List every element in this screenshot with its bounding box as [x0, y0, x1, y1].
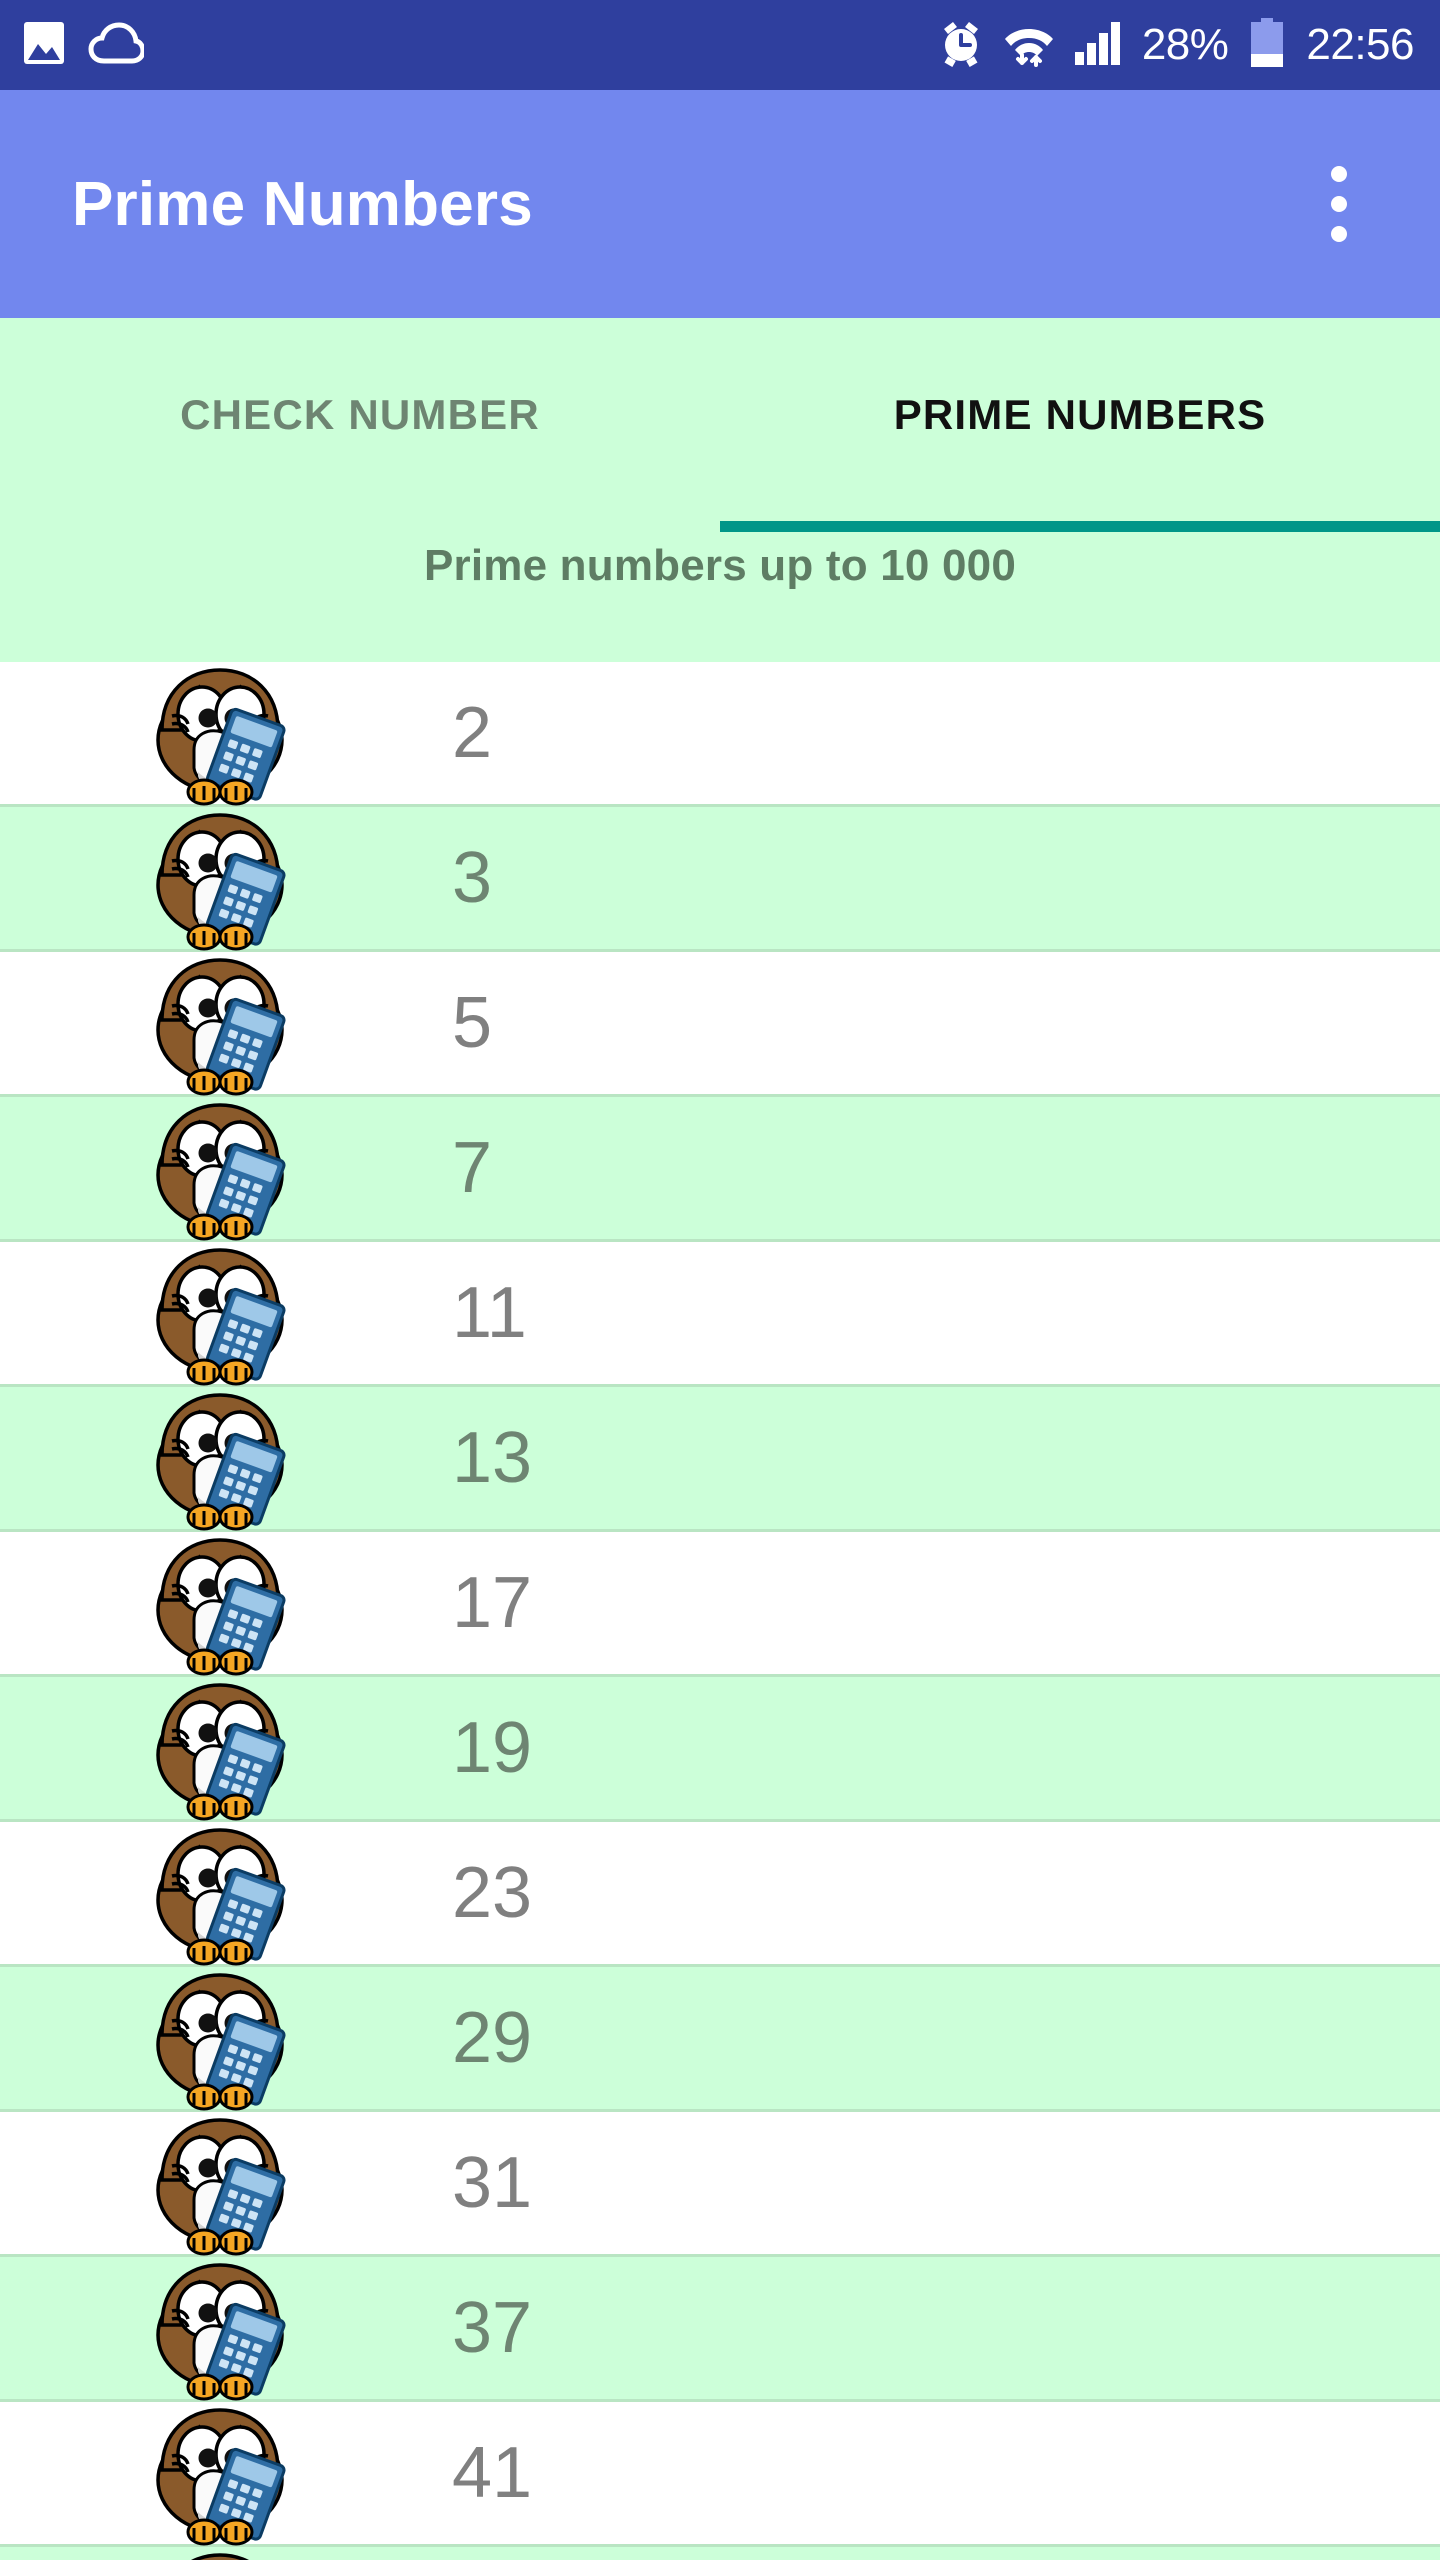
app-bar: Prime Numbers: [0, 90, 1440, 318]
prime-number-list[interactable]: 2 3 5 7 11 13 17 19 23 29 31 37 41: [0, 662, 1440, 2560]
list-item[interactable]: 17: [0, 1532, 1440, 1677]
overflow-dot: [1331, 226, 1347, 242]
list-header-title: Prime numbers up to 10 000: [423, 541, 1017, 590]
owl-with-calculator-icon: [156, 1103, 286, 1241]
list-item[interactable]: 37: [0, 2257, 1440, 2402]
list-header: Prime numbers up to 10 000: [0, 533, 1440, 662]
owl-with-calculator-icon: [156, 668, 286, 806]
list-item[interactable]: 2: [0, 662, 1440, 807]
clock-label: 22:56: [1306, 20, 1414, 69]
list-item[interactable]: 3: [0, 807, 1440, 952]
cloud-icon: [88, 21, 146, 70]
list-item[interactable]: 11: [0, 1242, 1440, 1387]
list-item[interactable]: 29: [0, 1967, 1440, 2112]
owl-with-calculator-icon: [156, 1973, 286, 2111]
prime-number-value: 13: [452, 1418, 533, 1498]
owl-with-calculator-icon: [156, 1393, 286, 1531]
prime-number-value: 23: [452, 1853, 533, 1933]
list-item[interactable]: 41: [0, 2402, 1440, 2547]
prime-number-value: 3: [452, 838, 493, 918]
prime-number-value: 37: [452, 2288, 533, 2368]
alarm-icon: [938, 19, 984, 72]
list-item[interactable]: 43: [0, 2547, 1440, 2560]
tab-prime-numbers[interactable]: PRIME NUMBERS: [720, 318, 1440, 533]
prime-number-value: 11: [452, 1273, 527, 1353]
page-title: Prime Numbers: [72, 169, 533, 239]
prime-number-value: 17: [452, 1563, 533, 1643]
owl-with-calculator-icon: [156, 1248, 286, 1386]
tab-active-indicator: [720, 521, 1440, 532]
wifi-icon: [1004, 19, 1054, 72]
list-item[interactable]: 13: [0, 1387, 1440, 1532]
battery-icon: [1250, 17, 1284, 73]
owl-with-calculator-icon: [156, 1538, 286, 1676]
status-bar-left-icons: [22, 20, 146, 71]
list-item[interactable]: 19: [0, 1677, 1440, 1822]
owl-with-calculator-icon: [156, 813, 286, 951]
status-bar-right-icons: 28% 22:56: [938, 17, 1414, 73]
tab-bar: CHECK NUMBER PRIME NUMBERS: [0, 318, 1440, 533]
tab-check-number-label: CHECK NUMBER: [180, 390, 540, 438]
overflow-dot: [1331, 166, 1347, 182]
list-item[interactable]: 5: [0, 952, 1440, 1097]
owl-with-calculator-icon: [156, 2408, 286, 2546]
prime-number-value: 5: [452, 983, 493, 1063]
overflow-dot: [1331, 196, 1347, 212]
prime-number-value: 41: [452, 2433, 533, 2513]
battery-percent-label: 28%: [1141, 20, 1229, 69]
image-icon: [22, 20, 66, 71]
status-bar: 28% 22:56: [0, 0, 1440, 90]
overflow-menu-icon[interactable]: [1294, 149, 1384, 259]
owl-with-calculator-icon: [156, 1828, 286, 1966]
list-item[interactable]: 31: [0, 2112, 1440, 2257]
prime-number-value: 19: [452, 1708, 533, 1788]
list-item[interactable]: 7: [0, 1097, 1440, 1242]
list-item[interactable]: 23: [0, 1822, 1440, 1967]
tab-prime-numbers-label: PRIME NUMBERS: [893, 390, 1267, 438]
prime-number-value: 2: [452, 693, 493, 773]
owl-with-calculator-icon: [156, 2118, 286, 2256]
owl-with-calculator-icon: [156, 2263, 286, 2401]
prime-number-value: 7: [452, 1128, 493, 1208]
prime-number-value: 29: [452, 1998, 533, 2078]
cellular-signal-icon: [1074, 20, 1122, 71]
owl-with-calculator-icon: [156, 958, 286, 1096]
owl-with-calculator-icon: [156, 1683, 286, 1821]
tab-check-number[interactable]: CHECK NUMBER: [0, 318, 720, 533]
prime-number-value: 31: [452, 2143, 533, 2223]
